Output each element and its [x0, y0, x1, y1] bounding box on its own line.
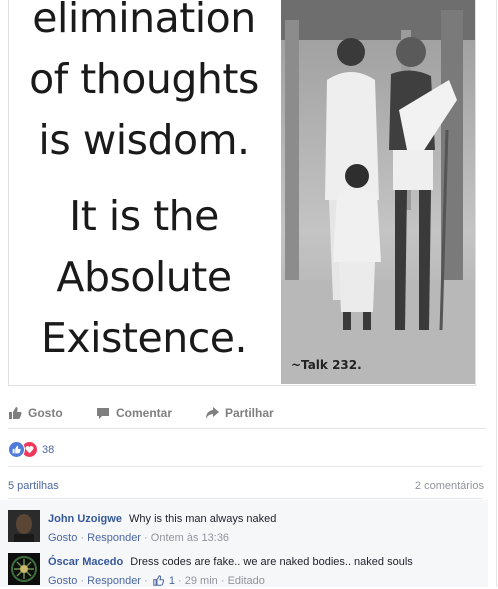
- shares-count-link[interactable]: 5 partilhas: [8, 480, 59, 492]
- comment-text: Dress codes are fake.. we are naked bodi…: [130, 556, 413, 568]
- thumbs-up-icon: [8, 406, 22, 420]
- separator-dot: ·: [144, 532, 151, 544]
- historic-photo: [281, 0, 475, 384]
- share-arrow-icon: [205, 406, 219, 420]
- reactions-summary[interactable]: 38: [8, 441, 54, 458]
- comment-meta: Gosto · Responder · Ontem às 13:36: [48, 532, 229, 544]
- quote-line: elimination: [32, 0, 256, 42]
- comment-like-count[interactable]: 1: [169, 575, 175, 587]
- quote-text: elimination of thoughts is wisdom. It is…: [9, 0, 279, 384]
- comment-timestamp[interactable]: Ontem às 13:36: [151, 532, 229, 544]
- divider: [8, 466, 482, 467]
- comment-like-link[interactable]: Gosto: [48, 532, 77, 544]
- share-button[interactable]: Partilhar: [205, 406, 274, 420]
- comment-like-link[interactable]: Gosto: [48, 575, 77, 587]
- facebook-post: elimination of thoughts is wisdom. It is…: [0, 0, 497, 587]
- separator-dot: ·: [144, 575, 151, 587]
- comment-reply-link[interactable]: Responder: [87, 575, 141, 587]
- comments-count-link[interactable]: 2 comentários: [415, 480, 484, 492]
- like-reaction-icon: [8, 441, 25, 458]
- quote-line: It is the: [69, 192, 219, 240]
- quote-line: Absolute: [56, 253, 232, 301]
- post-image[interactable]: elimination of thoughts is wisdom. It is…: [8, 0, 476, 386]
- edited-label[interactable]: Editado: [228, 575, 265, 587]
- quote-line: is wisdom.: [38, 116, 250, 164]
- comment-author[interactable]: John Uzoigwe: [48, 513, 122, 525]
- comment-reply-link[interactable]: Responder: [87, 532, 141, 544]
- post-action-bar: Gosto Comentar Partilhar: [8, 400, 486, 429]
- quote-line: Existence.: [40, 314, 248, 362]
- comments-section: John Uzoigwe Why is this man always nake…: [0, 500, 488, 587]
- comment-body: John Uzoigwe Why is this man always nake…: [48, 512, 484, 526]
- photo-caption: ~Talk 232.: [291, 358, 362, 372]
- comment-timestamp[interactable]: 29 min: [185, 575, 218, 587]
- comment-body: Óscar Macedo Dress codes are fake.. we a…: [48, 555, 484, 569]
- reaction-count: 38: [42, 443, 55, 456]
- avatar[interactable]: [8, 510, 40, 542]
- like-button[interactable]: Gosto: [8, 406, 63, 420]
- post-stats-row: 5 partilhas 2 comentários: [8, 480, 484, 494]
- divider: [8, 498, 482, 499]
- quote-line: of thoughts: [29, 55, 259, 103]
- separator-dot: ·: [220, 575, 228, 587]
- like-button-label: Gosto: [28, 406, 63, 420]
- comment-button[interactable]: Comentar: [96, 406, 172, 420]
- comment-icon: [96, 406, 110, 420]
- comment-button-label: Comentar: [116, 406, 173, 420]
- comment-author[interactable]: Óscar Macedo: [48, 556, 123, 568]
- separator-dot: ·: [178, 575, 185, 587]
- avatar[interactable]: [8, 553, 40, 585]
- share-button-label: Partilhar: [225, 406, 274, 420]
- comment-text: Why is this man always naked: [129, 513, 277, 525]
